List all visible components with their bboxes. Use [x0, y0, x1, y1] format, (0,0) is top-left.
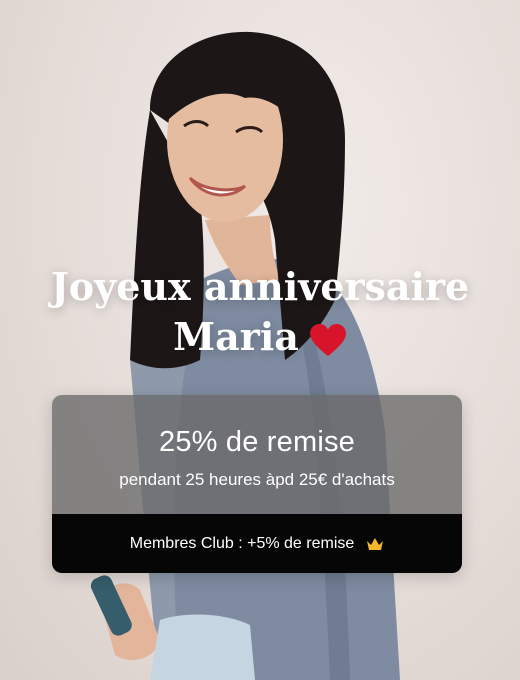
offer-subtitle: pendant 25 heures àpd 25€ d'achats — [119, 470, 395, 489]
offer-title: 25% de remise — [158, 426, 356, 458]
crown-icon — [367, 537, 384, 550]
club-bar: Membres Club : +5% de remise — [52, 514, 462, 573]
birthday-headline: Joyeux anniversaire Maria — [0, 262, 520, 362]
offer-main-panel: 25% de remise pendant 25 heures àpd 25€ … — [52, 395, 462, 514]
greeting-line: Joyeux anniversaire — [50, 264, 470, 309]
greeting-name-line: Maria — [0, 312, 520, 362]
heart-icon — [309, 323, 346, 356]
greeting-name: Maria — [173, 314, 299, 359]
club-text: Membres Club : +5% de remise — [129, 534, 355, 552]
offer-card[interactable]: 25% de remise pendant 25 heures àpd 25€ … — [52, 395, 462, 573]
